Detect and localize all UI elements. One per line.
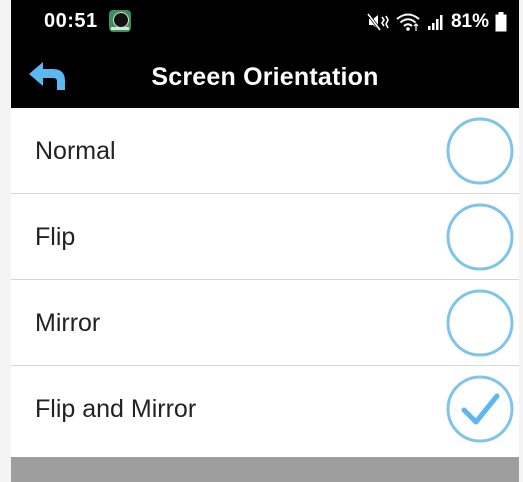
- back-button[interactable]: [25, 60, 73, 94]
- orientation-options-list: Normal Flip Mirror Flip and Mirror: [11, 108, 519, 455]
- radio-unchecked-icon[interactable]: [445, 202, 515, 272]
- battery-percent: 81%: [450, 11, 489, 32]
- radio-unchecked-icon[interactable]: [445, 116, 515, 186]
- status-icons: 81%: [366, 8, 507, 36]
- left-edge: [0, 0, 11, 482]
- back-arrow-icon: [25, 62, 73, 98]
- page-title: Screen Orientation: [151, 63, 379, 91]
- option-normal[interactable]: Normal: [11, 108, 519, 194]
- option-label: Flip and Mirror: [35, 395, 197, 423]
- bottom-bar: [11, 457, 519, 482]
- option-flip[interactable]: Flip: [11, 194, 519, 280]
- right-edge: [519, 0, 523, 482]
- option-label: Normal: [35, 137, 116, 165]
- signal-icon: [427, 13, 445, 31]
- app-notification-icon: [109, 10, 131, 32]
- screen: 00:51 81% Screen Orientation Normal Flip…: [0, 0, 523, 482]
- battery-icon: [495, 12, 507, 32]
- mute-vibrate-icon: [366, 12, 389, 32]
- status-bar: 00:51 81%: [11, 0, 519, 46]
- app-header: Screen Orientation: [11, 46, 519, 108]
- option-label: Flip: [35, 223, 76, 251]
- wifi-icon: [395, 12, 421, 32]
- option-mirror[interactable]: Mirror: [11, 280, 519, 366]
- phone-screen: 00:51 81% Screen Orientation Normal Flip…: [11, 0, 519, 482]
- option-label: Mirror: [35, 309, 101, 337]
- radio-checked-icon[interactable]: [445, 374, 515, 444]
- option-flip-and-mirror[interactable]: Flip and Mirror: [11, 366, 519, 455]
- status-time: 00:51: [44, 10, 98, 32]
- radio-unchecked-icon[interactable]: [445, 288, 515, 358]
